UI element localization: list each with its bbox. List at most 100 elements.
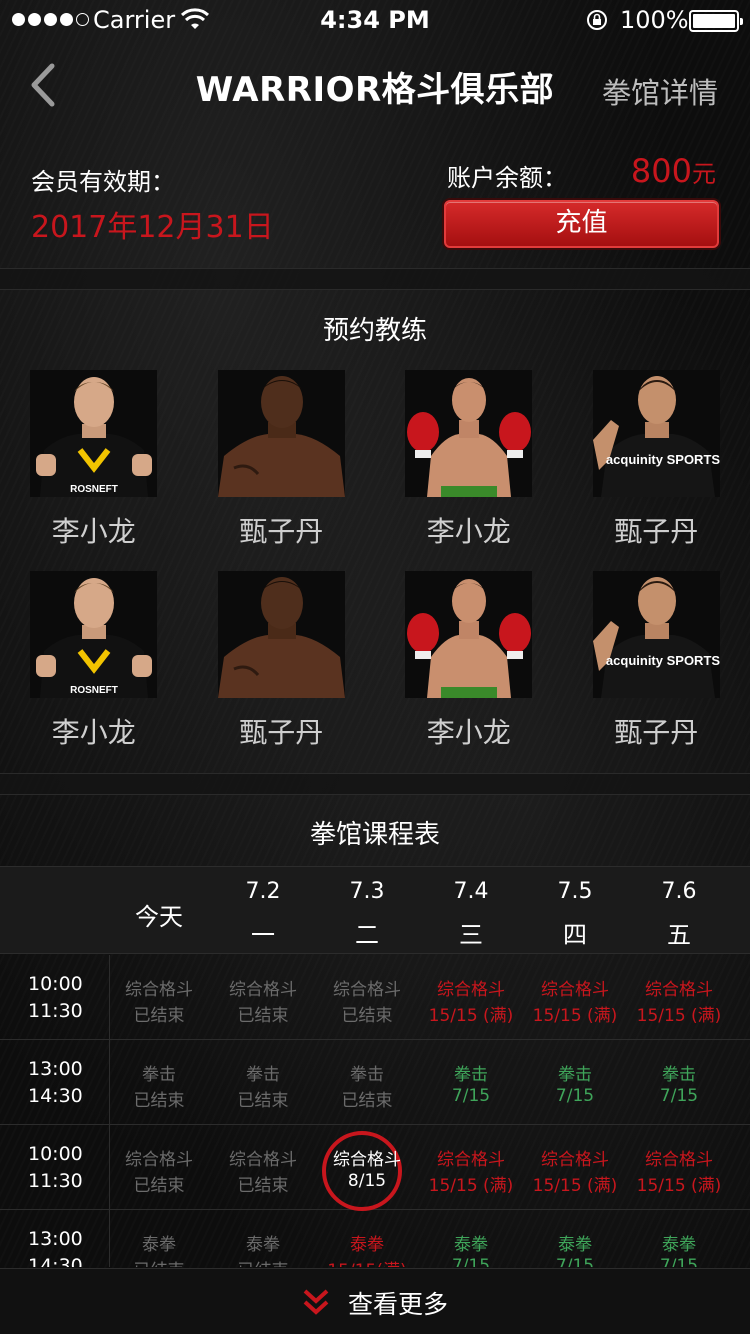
section-divider: [0, 773, 750, 795]
class-status: 已结束: [341, 1006, 393, 1026]
coach-photo: acquinity SPORTS: [592, 370, 720, 497]
coach-card[interactable]: acquinity SPORTS 甄子丹: [563, 370, 750, 571]
class-cell[interactable]: 泰拳 7/15: [627, 1210, 731, 1267]
class-name: 拳击: [350, 1065, 384, 1085]
shirt-text: ROSNEFT: [70, 484, 118, 495]
coach-name: 甄子丹: [239, 716, 324, 749]
class-cell[interactable]: 综合格斗 8/15: [315, 1125, 419, 1211]
time-start: 10:00: [28, 1143, 83, 1165]
class-status: 15/15 (满): [428, 1006, 514, 1026]
day-date: 7.6: [661, 879, 697, 904]
day-weekday: 四: [563, 921, 587, 949]
time-slot: 13:00 14:30: [0, 1210, 110, 1267]
class-cell[interactable]: 泰拳 7/15: [419, 1210, 523, 1267]
coach-card[interactable]: 李小龙: [375, 571, 563, 772]
time-slot: 10:00 11:30: [0, 1125, 110, 1210]
recharge-button[interactable]: 充值: [444, 200, 719, 248]
class-cell[interactable]: 综合格斗 15/15 (满): [419, 955, 523, 1040]
shirt-text: acquinity SPORTS: [605, 452, 719, 467]
day-weekday: 三: [459, 921, 483, 949]
class-cell[interactable]: 拳击 7/15: [627, 1040, 731, 1125]
section-divider: [0, 268, 750, 290]
class-cell[interactable]: 泰拳 7/15: [523, 1210, 627, 1267]
class-cell[interactable]: 综合格斗 15/15 (满): [419, 1125, 523, 1210]
class-name: 综合格斗: [437, 1150, 505, 1170]
coach-photo: [405, 370, 532, 497]
class-cell: 综合格斗 已结束: [211, 1125, 315, 1210]
class-name: 综合格斗: [645, 1150, 713, 1170]
coach-card[interactable]: 甄子丹: [188, 370, 376, 571]
class-cell[interactable]: 泰拳15/15(满): [315, 1210, 419, 1267]
balance-value: 800: [630, 152, 692, 190]
day-date: 7.4: [453, 879, 489, 904]
time-start: 13:00: [28, 1228, 83, 1250]
day-header[interactable]: 7.2 一: [211, 867, 315, 955]
class-cell[interactable]: 综合格斗 15/15 (满): [627, 1125, 731, 1210]
class-status: 已结束: [133, 1176, 185, 1196]
membership-panel: 会员有效期： 2017年12月31日 账户余额： 800元 充值: [0, 130, 750, 268]
day-header-today[interactable]: 今天: [107, 867, 211, 955]
class-name: 拳击: [246, 1065, 280, 1085]
day-date: 7.2: [245, 879, 281, 904]
class-name: 泰拳: [142, 1235, 176, 1255]
day-weekday: 今天: [135, 903, 183, 931]
battery-icon: [689, 10, 743, 32]
class-cell[interactable]: 拳击 7/15: [419, 1040, 523, 1125]
schedule-row: 13:0014:30泰拳已结束泰拳已结束泰拳15/15(满)泰拳7/15泰拳7/…: [0, 1210, 750, 1267]
time-slot: 10:00 11:30: [0, 955, 110, 1040]
class-name: 综合格斗: [645, 980, 713, 1000]
class-cell: 综合格斗 已结束: [107, 955, 211, 1040]
class-status: 15/15(满): [315, 1256, 419, 1267]
coach-card[interactable]: ROSNEFT 李小龙: [0, 571, 188, 772]
class-name: 拳击: [142, 1065, 176, 1085]
coach-photo: [405, 571, 532, 698]
class-name: 拳击: [662, 1065, 696, 1085]
shirt-text: ROSNEFT: [70, 685, 118, 696]
class-cell: 拳击 已结束: [107, 1040, 211, 1125]
schedule-title: 拳馆课程表: [309, 820, 440, 850]
day-header[interactable]: 7.4 三: [419, 867, 523, 955]
validity-label: 会员有效期：: [31, 168, 175, 196]
class-cell[interactable]: 拳击 7/15: [523, 1040, 627, 1125]
day-header[interactable]: 7.3 二: [315, 867, 419, 955]
class-status: 15/15 (满): [636, 1176, 722, 1196]
view-more-bar[interactable]: 查看更多: [0, 1268, 750, 1334]
day-header[interactable]: 7.5 四: [523, 867, 627, 955]
day-weekday: 二: [355, 921, 379, 949]
class-status: 已结束: [133, 1006, 185, 1026]
time-end: 14:30: [28, 1255, 83, 1267]
coach-name: 李小龙: [51, 515, 136, 548]
schedule-row: 13:00 14:30 拳击 已结束 拳击 已结束 拳击 已结束 拳击 7/15 拳击 7/15 拳击 7…: [0, 1040, 750, 1125]
day-date: 7.5: [557, 879, 593, 904]
coach-photo: ROSNEFT: [30, 370, 157, 497]
day-header[interactable]: 7.6 五: [627, 867, 731, 955]
time-start: 10:00: [28, 973, 83, 995]
schedule-row: 10:00 11:30 综合格斗 已结束 综合格斗 已结束 综合格斗 已结束 综合格斗 15/15…: [0, 955, 750, 1040]
shirt-text: acquinity SPORTS: [605, 653, 719, 668]
class-cell[interactable]: 综合格斗 15/15 (满): [523, 955, 627, 1040]
day-weekday: 五: [667, 921, 691, 949]
coach-card[interactable]: acquinity SPORTS 甄子丹: [563, 571, 750, 772]
class-cell: 拳击 已结束: [315, 1040, 419, 1125]
coach-name: 李小龙: [51, 716, 136, 749]
coach-card[interactable]: 甄子丹: [188, 571, 376, 772]
day-weekday: 一: [251, 921, 275, 949]
coach-name: 甄子丹: [614, 515, 699, 548]
gym-details-link[interactable]: 拳馆详情: [602, 70, 718, 112]
class-status: 8/15: [347, 1171, 387, 1191]
class-name: 综合格斗: [229, 980, 297, 1000]
coach-card[interactable]: 李小龙: [375, 370, 563, 571]
class-status: 已结束: [341, 1091, 393, 1111]
schedule-header: 今天 7.2 一 7.3 二 7.4 三 7.5 四 7.6 五: [0, 866, 750, 954]
class-name: 综合格斗: [541, 980, 609, 1000]
class-name: 综合格斗: [437, 980, 505, 1000]
class-status: 已结束: [237, 1091, 289, 1111]
class-status: 已结束: [237, 1006, 289, 1026]
coach-card[interactable]: ROSNEFT 李小龙: [0, 370, 188, 571]
time-end: 11:30: [28, 1000, 83, 1022]
class-cell[interactable]: 综合格斗 15/15 (满): [523, 1125, 627, 1210]
coach-grid: ROSNEFT 李小龙 甄子丹 李小龙 acquinity SPORTS 甄子丹…: [0, 370, 750, 772]
validity-date: 2017年12月31日: [31, 210, 274, 245]
class-status: 7/15: [555, 1256, 595, 1267]
class-cell[interactable]: 综合格斗 15/15 (满): [627, 955, 731, 1040]
